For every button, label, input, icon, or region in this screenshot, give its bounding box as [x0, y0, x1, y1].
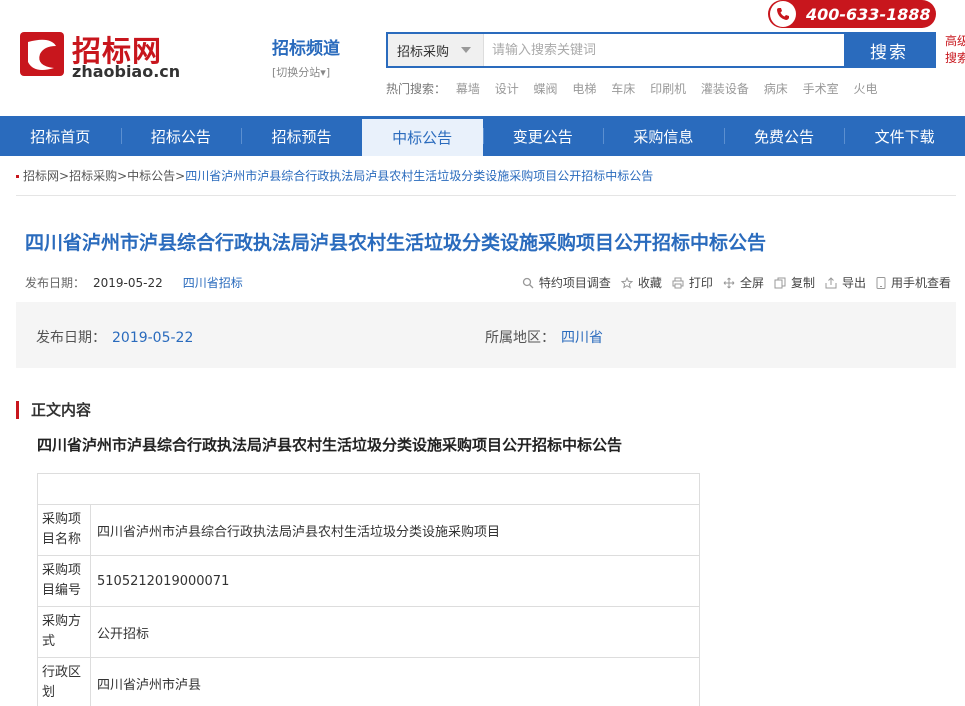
survey-label: 特约项目调查: [538, 276, 611, 290]
mobile-phone-icon: [876, 276, 886, 289]
print-button[interactable]: 打印: [672, 274, 713, 291]
info-area-label: 所属地区：: [485, 330, 555, 346]
table-key-cell: 采购项目名称: [37, 504, 91, 556]
hot-search-term[interactable]: 电梯: [572, 82, 596, 96]
info-date-value: 2019-05-22: [112, 330, 194, 346]
site-logo[interactable]: 招标网 zhaobiao.cn: [20, 28, 200, 81]
article-meta: 发布日期： 2019-05-22 四川省招标: [25, 274, 243, 291]
search-icon: [522, 277, 534, 288]
table-key-cell: 采购项目编号: [37, 555, 91, 607]
hot-search-term[interactable]: 病床: [764, 82, 788, 96]
info-area: 所属地区： 四川省: [485, 327, 603, 347]
table-row: 行政区划 四川省泸州市泸县: [37, 657, 700, 706]
logo-domain-text: zhaobiao.cn: [72, 62, 181, 81]
hot-search-term[interactable]: 蝶阀: [534, 82, 558, 96]
phone-icon: [770, 1, 796, 27]
search-input[interactable]: [484, 34, 844, 66]
copy-icon: [774, 277, 786, 288]
search-bar: 招标采购 搜索: [386, 32, 936, 68]
breadcrumb-current[interactable]: 四川省泸州市泸县综合行政执法局泸县农村生活垃圾分类设施采购项目公开招标中标公告: [185, 169, 653, 183]
export-button[interactable]: 导出: [825, 274, 866, 291]
article-toolbar: 特约项目调查 收藏 打印 全屏 复制 导出 用手机查看: [512, 274, 951, 291]
table-value-cell: 四川省泸州市泸县: [90, 657, 700, 706]
hot-search-term[interactable]: 车床: [611, 82, 635, 96]
info-summary-box: 发布日期： 2019-05-22 所属地区： 四川省: [16, 302, 956, 368]
search-category-label: 招标采购: [397, 44, 450, 60]
star-icon: [620, 276, 633, 289]
page-title: 四川省泸州市泸县综合行政执法局泸县农村生活垃圾分类设施采购项目公开招标中标公告: [25, 232, 767, 254]
hot-search-term[interactable]: 印刷机: [650, 82, 686, 96]
favorite-button[interactable]: 收藏: [620, 274, 662, 291]
info-area-value[interactable]: 四川省: [561, 330, 603, 346]
hot-search-term[interactable]: 火电: [853, 82, 877, 96]
table-header-cell: [37, 473, 700, 505]
search-category-select[interactable]: 招标采购: [388, 34, 484, 66]
table-key-cell: 采购方式: [37, 606, 91, 658]
breadcrumb: 招标网>招标采购>中标公告>四川省泸州市泸县综合行政执法局泸县农村生活垃圾分类设…: [16, 167, 653, 184]
nav-item-tender-preview[interactable]: 招标预告: [241, 116, 362, 156]
table-value-cell: 四川省泸州市泸县综合行政执法局泸县农村生活垃圾分类设施采购项目: [90, 504, 700, 556]
mobile-view-label: 用手机查看: [890, 276, 951, 290]
export-label: 导出: [841, 276, 866, 290]
hot-search-label: 热门搜索：: [386, 82, 447, 96]
publish-date: 2019-05-22: [93, 276, 163, 290]
table-value-cell: 5105212019000071: [90, 555, 700, 607]
advanced-search-line-1: 高级: [945, 34, 965, 48]
nav-item-change-notices[interactable]: 变更公告: [482, 116, 604, 156]
channel-title: 招标频道: [272, 39, 340, 59]
export-icon: [825, 276, 837, 288]
hot-search-term[interactable]: 设计: [495, 82, 519, 96]
main-nav: 招标首页 招标公告 招标预告 中标公告 变更公告 采购信息 免费公告 文件下载: [0, 116, 965, 156]
copy-button[interactable]: 复制: [774, 274, 815, 291]
survey-button[interactable]: 特约项目调查: [522, 274, 611, 291]
nav-item-procurement-info[interactable]: 采购信息: [603, 116, 724, 156]
breadcrumb-link[interactable]: 招标采购: [69, 169, 117, 183]
logo-mark-icon: [20, 32, 64, 76]
fullscreen-label: 全屏: [739, 276, 764, 290]
channel-block: 招标频道 [切换分站▾]: [272, 34, 362, 80]
table-row: 采购项目名称 四川省泸州市泸县综合行政执法局泸县农村生活垃圾分类设施采购项目: [37, 504, 700, 556]
info-date: 发布日期： 2019-05-22: [36, 327, 193, 347]
printer-icon: [672, 277, 684, 288]
chevron-down-icon: [461, 47, 472, 53]
nav-item-home[interactable]: 招标首页: [0, 116, 121, 156]
table-row: [37, 473, 700, 505]
switch-branch-link[interactable]: [切换分站▾]: [272, 64, 362, 80]
info-date-label: 发布日期：: [36, 330, 106, 346]
hot-search-term[interactable]: 幕墙: [456, 82, 480, 96]
breadcrumb-link[interactable]: 招标网: [23, 169, 59, 183]
hot-search-term[interactable]: 灌装设备: [701, 82, 749, 96]
site-header: 招标网 zhaobiao.cn 招标频道 [切换分站▾] 400-633-188…: [0, 0, 965, 116]
nav-item-award-notices[interactable]: 中标公告: [361, 116, 483, 156]
advanced-search-line-2: 搜索: [945, 51, 965, 65]
advanced-search-link[interactable]: 高级 搜索: [945, 33, 965, 67]
table-key-cell: 行政区划: [37, 657, 91, 706]
hot-searches: 热门搜索： 幕墙 设计 蝶阀 电梯 车床 印刷机 灌装设备 病床 手术室 火电: [386, 80, 888, 97]
bullet-icon: [16, 175, 19, 178]
table-row: 采购方式 公开招标: [37, 606, 700, 658]
breadcrumb-link[interactable]: 中标公告: [127, 169, 175, 183]
nav-item-file-download[interactable]: 文件下载: [844, 116, 965, 156]
copy-label: 复制: [790, 276, 815, 290]
nav-item-free-notices[interactable]: 免费公告: [723, 116, 845, 156]
favorite-label: 收藏: [637, 276, 662, 290]
mobile-view-button[interactable]: 用手机查看: [876, 274, 951, 291]
nav-item-tender-notices[interactable]: 招标公告: [120, 116, 242, 156]
table-row: 采购项目编号 5105212019000071: [37, 555, 700, 607]
fullscreen-button[interactable]: 全屏: [723, 274, 764, 291]
region-tag-link[interactable]: 四川省招标: [183, 276, 243, 290]
hotline-number: 400-633-1888: [806, 4, 931, 24]
details-table: 采购项目名称 四川省泸州市泸县综合行政执法局泸县农村生活垃圾分类设施采购项目 采…: [37, 473, 700, 706]
publish-date-label: 发布日期：: [25, 276, 86, 290]
divider: [16, 195, 956, 196]
hotline-badge: 400-633-1888: [768, 0, 936, 28]
print-label: 打印: [688, 276, 713, 290]
section-heading: 正文内容: [16, 401, 91, 419]
table-value-cell: 公开招标: [90, 606, 700, 658]
hot-search-term[interactable]: 手术室: [803, 82, 839, 96]
document-title: 四川省泸州市泸县综合行政执法局泸县农村生活垃圾分类设施采购项目公开招标中标公告: [37, 436, 623, 454]
search-button[interactable]: 搜索: [844, 34, 934, 66]
fullscreen-icon: [723, 277, 735, 288]
